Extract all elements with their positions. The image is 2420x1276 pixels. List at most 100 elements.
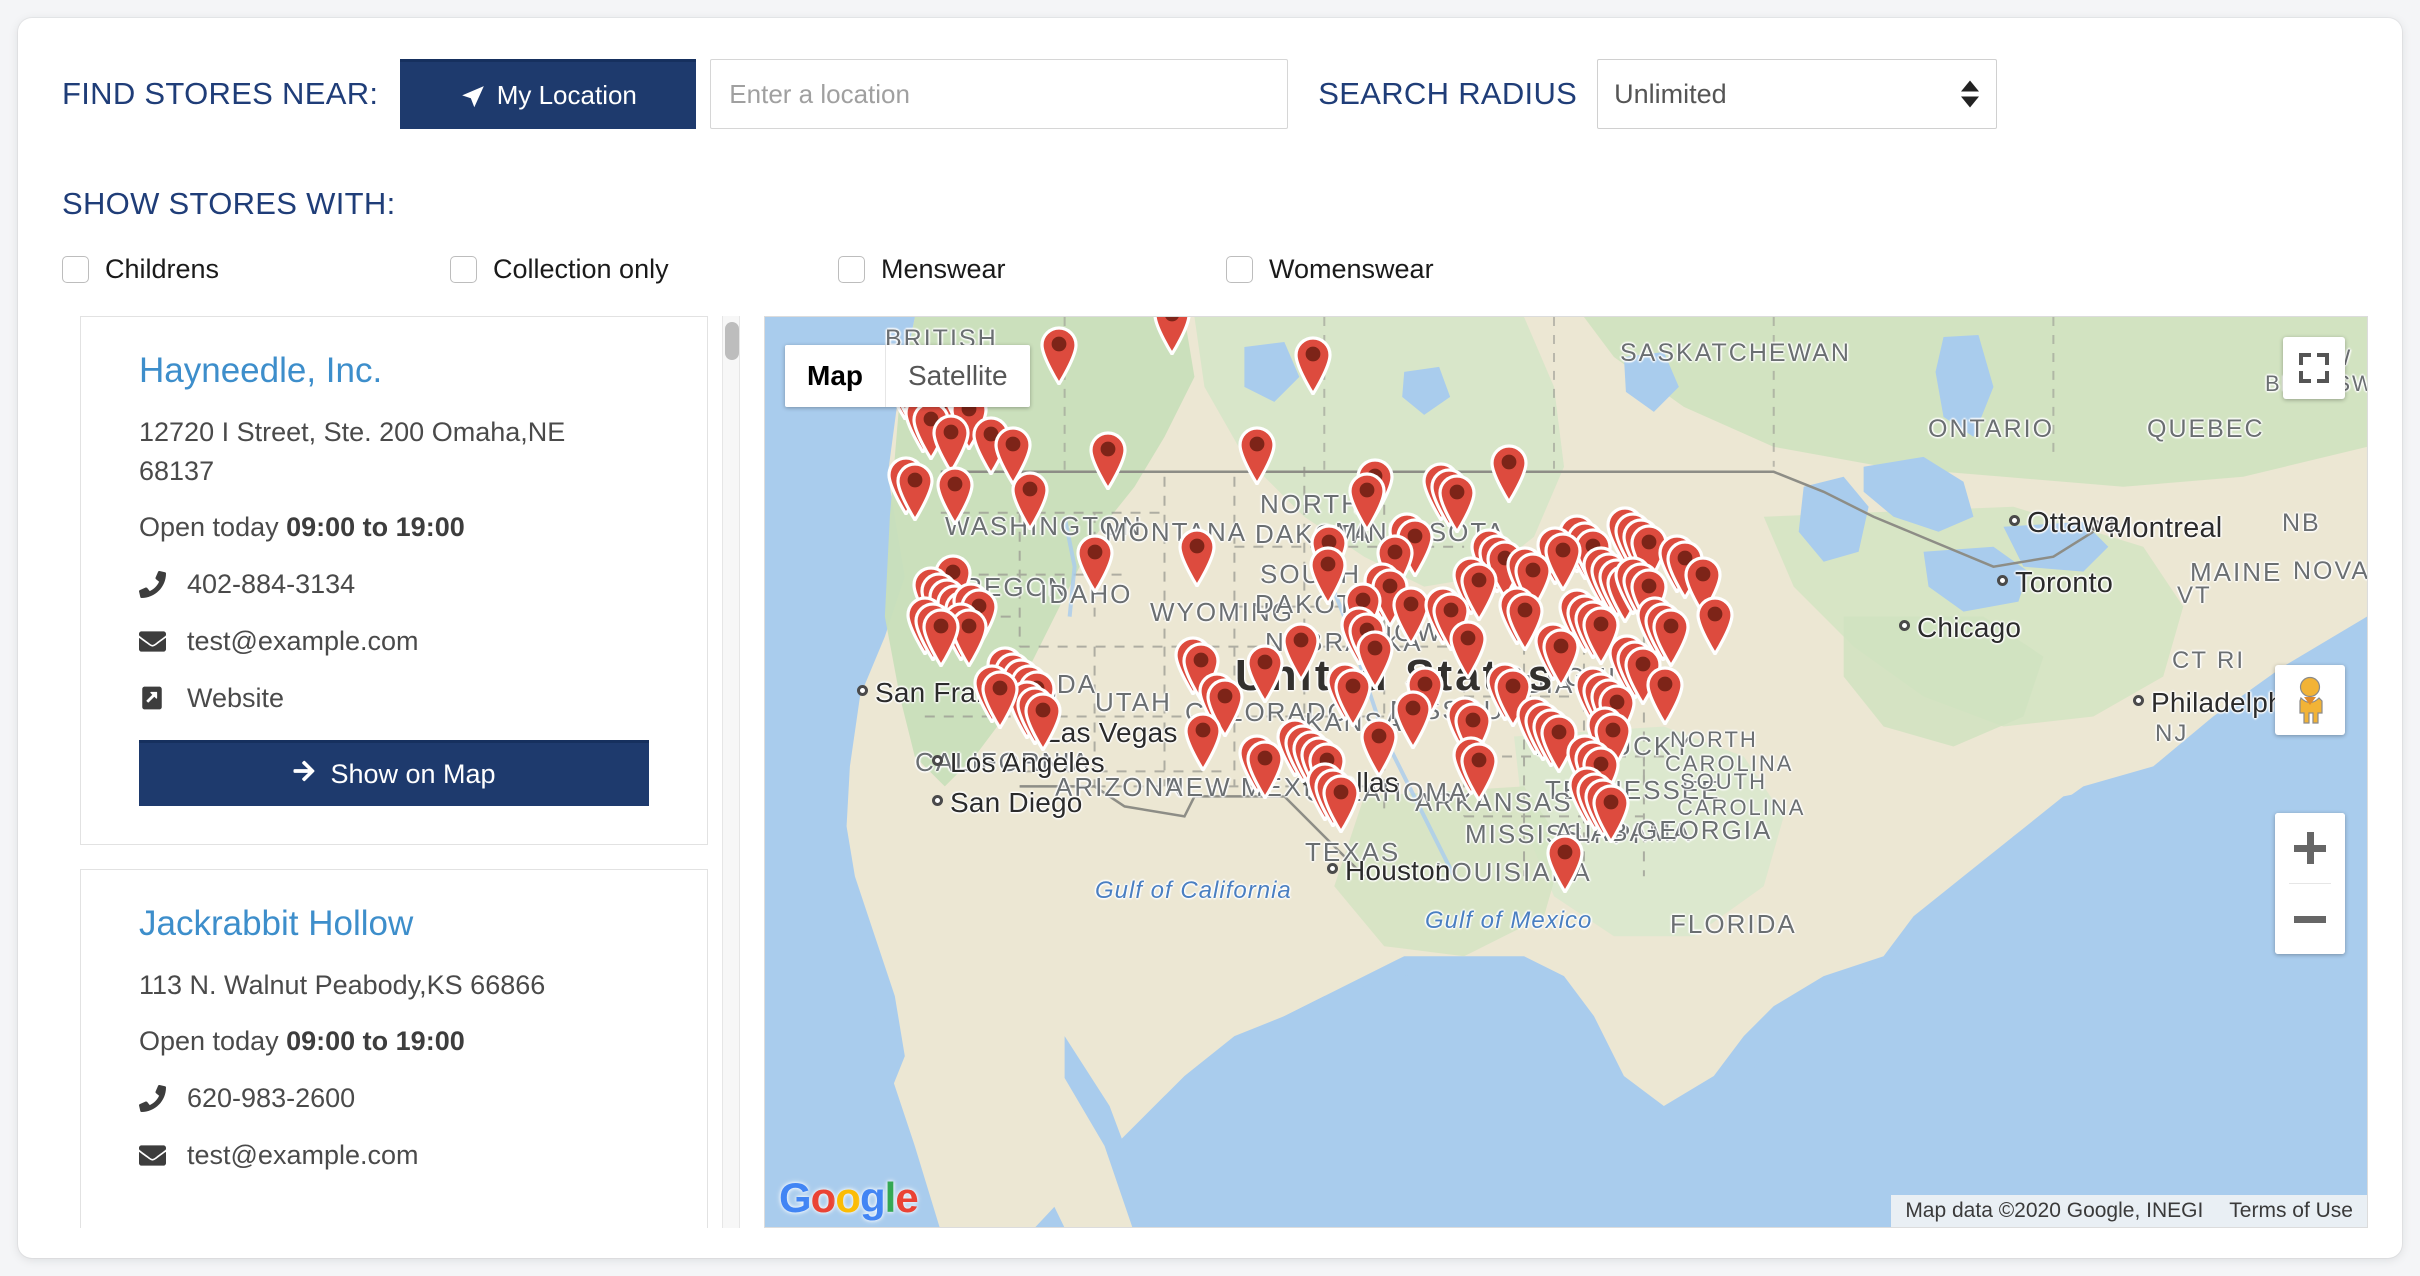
store-hours-value: 09:00 to 19:00 [286, 1026, 465, 1056]
map-type-map-button[interactable]: Map [785, 345, 885, 407]
store-list-panel: Hayneedle, Inc. 12720 I Street, Ste. 200… [80, 316, 740, 1228]
map-marker-pin[interactable] [1692, 593, 1738, 655]
map-attribution: Map data ©2020 Google, INEGI Terms of Us… [1891, 1195, 2367, 1227]
checkbox-womenswear[interactable] [1226, 256, 1253, 283]
phone-icon [139, 571, 173, 598]
phone-icon [139, 1085, 173, 1112]
filter-label-menswear: Menswear [881, 254, 1006, 285]
store-email-row[interactable]: test@example.com [139, 1140, 649, 1171]
map-marker-pin[interactable] [977, 667, 1023, 729]
map-marker-pin[interactable] [1318, 771, 1364, 833]
google-logo-o1: o [811, 1174, 836, 1221]
filter-checkbox-list: Childrens Collection only Menswear Women… [62, 254, 2362, 285]
store-hours-prefix: Open today [139, 1026, 279, 1056]
store-website-row[interactable]: Website [139, 683, 649, 714]
store-name-link[interactable]: Jackrabbit Hollow [139, 904, 649, 944]
filter-childrens[interactable]: Childrens [62, 254, 450, 285]
store-email-row[interactable]: test@example.com [139, 626, 649, 657]
pegman-street-view-icon[interactable] [2275, 665, 2345, 735]
map-marker-pin[interactable] [1234, 423, 1280, 485]
map-data-attribution-text: Map data ©2020 Google, INEGI [1905, 1199, 2203, 1223]
store-list-scrollbar[interactable] [722, 316, 740, 1228]
store-list-scroll[interactable]: Hayneedle, Inc. 12720 I Street, Ste. 200… [80, 316, 740, 1228]
map-marker-pin[interactable] [1072, 531, 1118, 593]
show-on-map-button[interactable]: Show on Map [139, 740, 649, 806]
store-card[interactable]: Jackrabbit Hollow 113 N. Walnut Peabody,… [80, 869, 708, 1228]
map-marker-pin[interactable] [1180, 709, 1226, 771]
my-location-button[interactable]: My Location [400, 59, 696, 129]
map-marker-pin[interactable] [1456, 739, 1502, 801]
map-marker-pin[interactable] [1007, 468, 1053, 530]
filter-menswear[interactable]: Menswear [838, 254, 1226, 285]
fullscreen-icon[interactable] [2283, 337, 2345, 399]
checkbox-childrens[interactable] [62, 256, 89, 283]
filter-label-collection-only: Collection only [493, 254, 669, 285]
map-city-dot [1899, 620, 1910, 631]
store-email-value: test@example.com [187, 626, 419, 657]
map-marker-pin[interactable] [1542, 831, 1588, 893]
store-locator-card: FIND STORES NEAR: My Location SEARCH RAD… [18, 18, 2402, 1258]
store-hours: Open today 09:00 to 19:00 [139, 1026, 649, 1057]
map-marker-pin[interactable] [1020, 689, 1066, 751]
envelope-icon [139, 628, 173, 655]
terms-of-use-link[interactable]: Terms of Use [2229, 1199, 2353, 1223]
envelope-icon [139, 1142, 173, 1169]
store-phone-row[interactable]: 620-983-2600 [139, 1083, 649, 1114]
map-city-dot [1327, 863, 1338, 874]
checkbox-menswear[interactable] [838, 256, 865, 283]
store-card[interactable]: Hayneedle, Inc. 12720 I Street, Ste. 200… [80, 316, 708, 845]
map-city-dot [857, 685, 868, 696]
store-hours: Open today 09:00 to 19:00 [139, 512, 649, 543]
zoom-controls [2275, 813, 2345, 954]
store-phone-row[interactable]: 402-884-3134 [139, 569, 649, 600]
search-radius-select[interactable]: Unlimited [1597, 59, 1997, 129]
checkbox-collection-only[interactable] [450, 256, 477, 283]
location-search-input[interactable] [710, 59, 1288, 129]
map-marker-pin[interactable] [1356, 715, 1402, 777]
store-list-scrollbar-thumb[interactable] [725, 322, 739, 360]
filter-collection-only[interactable]: Collection only [450, 254, 838, 285]
map-city-dot [2133, 695, 2144, 706]
arrow-right-icon [292, 759, 316, 790]
map-marker-pin[interactable] [1642, 663, 1688, 725]
google-logo-o2: o [835, 1174, 860, 1221]
map-marker-pin[interactable] [1174, 525, 1220, 587]
google-logo: Google [779, 1177, 918, 1219]
filters-section: SHOW STORES WITH: Childrens Collection o… [62, 186, 2362, 285]
map-marker-pin[interactable] [1290, 333, 1336, 395]
map-panel[interactable]: BRITISHCOLUMBIASASKATCHEWANONTARIOQUEBEC… [764, 316, 2368, 1228]
find-stores-near-label: FIND STORES NEAR: [62, 76, 378, 112]
map-marker-pin[interactable] [1085, 428, 1131, 490]
google-logo-g2: g [860, 1174, 885, 1221]
store-name-link[interactable]: Hayneedle, Inc. [139, 351, 649, 391]
store-hours-prefix: Open today [139, 512, 279, 542]
store-address: 113 N. Walnut Peabody,KS 66866 [139, 966, 579, 1004]
navigation-arrow-icon [460, 84, 486, 110]
map-marker-pin[interactable] [932, 463, 978, 525]
store-hours-value: 09:00 to 19:00 [286, 512, 465, 542]
filter-label-childrens: Childrens [105, 254, 219, 285]
store-website-label: Website [187, 683, 284, 714]
search-bar: FIND STORES NEAR: My Location SEARCH RAD… [18, 18, 2402, 170]
google-logo-l: l [885, 1174, 896, 1221]
show-stores-with-label: SHOW STORES WITH: [62, 186, 2362, 222]
map-marker-pin[interactable] [918, 605, 964, 667]
store-email-value: test@example.com [187, 1140, 419, 1171]
map-marker-pin[interactable] [1434, 471, 1480, 533]
zoom-in-button[interactable] [2275, 813, 2345, 883]
google-logo-g1: G [779, 1174, 811, 1221]
map-marker-pin[interactable] [1149, 316, 1195, 355]
filter-label-womenswear: Womenswear [1269, 254, 1434, 285]
filter-womenswear[interactable]: Womenswear [1226, 254, 1614, 285]
map-type-satellite-button[interactable]: Satellite [886, 345, 1030, 407]
store-phone-value: 402-884-3134 [187, 569, 355, 600]
map-marker-pin[interactable] [1242, 641, 1288, 703]
map-type-control: Map Satellite [785, 345, 1030, 407]
store-address: 12720 I Street, Ste. 200 Omaha,NE 68137 [139, 413, 579, 490]
map-city-dot [932, 755, 943, 766]
zoom-out-button[interactable] [2275, 884, 2345, 954]
map-marker-pin[interactable] [1588, 781, 1634, 843]
map-marker-pin[interactable] [1036, 323, 1082, 385]
map-marker-pin[interactable] [1486, 441, 1532, 503]
map-marker-pin[interactable] [1242, 737, 1288, 799]
